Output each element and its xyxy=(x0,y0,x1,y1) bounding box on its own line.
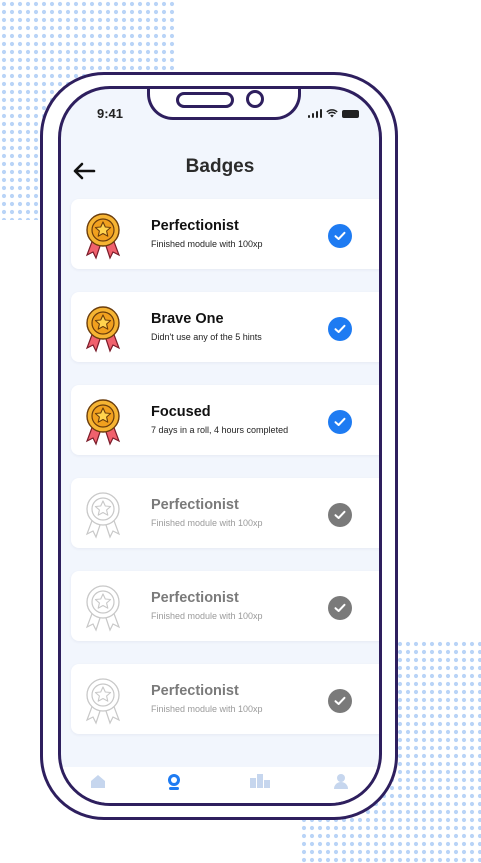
badge-description: Didn't use any of the 5 hints xyxy=(151,332,262,342)
tab-leaderboard[interactable] xyxy=(249,773,271,794)
phone-screen: 9:41 Badges Perfectionist Finished module… xyxy=(58,86,382,806)
medal-locked-icon xyxy=(85,585,121,632)
battery-icon xyxy=(342,110,359,118)
badge-card[interactable]: Perfectionist Finished module with 100xp xyxy=(71,478,379,548)
badge-card[interactable]: Focused 7 days in a roll, 4 hours complet… xyxy=(71,385,379,455)
speaker xyxy=(176,92,234,108)
check-icon xyxy=(328,317,352,341)
tab-profile[interactable] xyxy=(333,773,349,794)
badge-medal xyxy=(81,304,125,354)
badge-title: Perfectionist xyxy=(151,683,239,699)
badge-title: Perfectionist xyxy=(151,497,239,513)
home-icon xyxy=(91,775,105,788)
tab-home[interactable] xyxy=(89,773,107,794)
tab-bar xyxy=(61,767,379,803)
badge-card[interactable]: Perfectionist Finished module with 100xp xyxy=(71,664,379,734)
medal-icon xyxy=(85,213,121,260)
check-icon xyxy=(328,503,352,527)
medal-icon xyxy=(85,399,121,446)
leaderboard-icon xyxy=(250,774,270,788)
medal-icon xyxy=(85,306,121,353)
badge-medal xyxy=(81,583,125,633)
medal-locked-icon xyxy=(85,678,121,725)
check-icon xyxy=(328,224,352,248)
profile-icon xyxy=(334,774,348,789)
signal-icon xyxy=(307,109,322,118)
badge-description: Finished module with 100xp xyxy=(151,518,263,528)
tab-badges[interactable] xyxy=(166,773,182,796)
check-icon xyxy=(328,410,352,434)
badge-card[interactable]: Perfectionist Finished module with 100xp xyxy=(71,571,379,641)
status-time: 9:41 xyxy=(97,106,124,121)
badge-description: Finished module with 100xp xyxy=(151,704,263,714)
badge-medal xyxy=(81,397,125,447)
badge-description: Finished module with 100xp xyxy=(151,611,263,621)
badge-title: Perfectionist xyxy=(151,218,239,234)
badge-title: Brave One xyxy=(151,311,224,327)
medal-locked-icon xyxy=(85,492,121,539)
badge-card[interactable]: Perfectionist Finished module with 100xp xyxy=(71,199,379,269)
camera xyxy=(246,90,264,108)
badge-description: 7 days in a roll, 4 hours completed xyxy=(151,425,289,435)
badge-description: Finished module with 100xp xyxy=(151,239,263,249)
badge-medal xyxy=(81,211,125,261)
badge-card[interactable]: Brave One Didn't use any of the 5 hints xyxy=(71,292,379,362)
check-icon xyxy=(328,689,352,713)
status-icons xyxy=(307,109,359,118)
wifi-icon xyxy=(326,109,338,118)
badge-title: Focused xyxy=(151,404,211,420)
check-icon xyxy=(328,596,352,620)
badge-icon xyxy=(168,774,180,790)
badge-title: Perfectionist xyxy=(151,590,239,606)
badge-list: Perfectionist Finished module with 100xp … xyxy=(71,199,379,757)
badge-medal xyxy=(81,676,125,726)
page-title: Badges xyxy=(185,156,255,177)
badge-medal xyxy=(81,490,125,540)
notch xyxy=(147,89,301,120)
